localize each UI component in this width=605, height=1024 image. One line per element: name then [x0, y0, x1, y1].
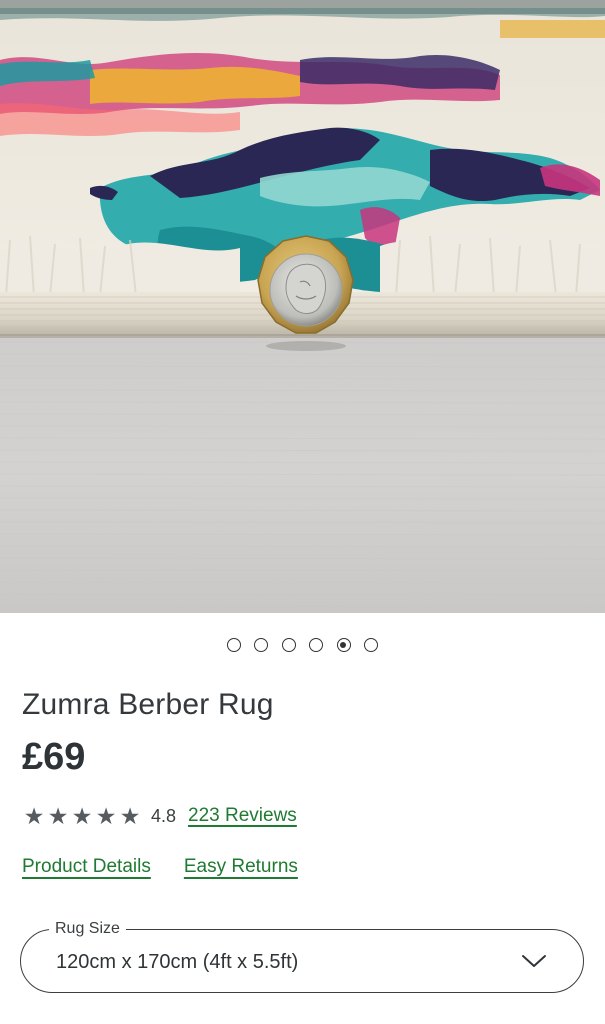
- rug-size-label: Rug Size: [49, 919, 126, 939]
- info-links: Product Details Easy Returns: [22, 856, 298, 878]
- easy-returns-link[interactable]: Easy Returns: [184, 856, 298, 878]
- carousel-dot[interactable]: [336, 638, 351, 652]
- star-icon: ★: [95, 803, 117, 829]
- star-icon: ★: [47, 803, 69, 829]
- chevron-down-icon: [522, 955, 546, 967]
- carousel-dots: [0, 635, 605, 655]
- rating-row: ★ ★ ★ ★ ★ 4.8 223 Reviews: [22, 802, 297, 830]
- carousel-dot[interactable]: [281, 638, 296, 652]
- product-details-link[interactable]: Product Details: [22, 856, 151, 878]
- rug-photo: [0, 0, 605, 613]
- carousel-dot[interactable]: [254, 638, 269, 652]
- reviews-link[interactable]: 223 Reviews: [188, 805, 297, 827]
- star-rating: ★ ★ ★ ★ ★: [22, 803, 142, 829]
- star-icon: ★: [119, 803, 141, 829]
- rug-size-select[interactable]: Rug Size 120cm x 170cm (4ft x 5.5ft): [20, 919, 584, 993]
- star-icon: ★: [23, 803, 45, 829]
- product-price: £69: [22, 736, 86, 778]
- carousel-dot[interactable]: [309, 638, 324, 652]
- product-title: Zumra Berber Rug: [22, 688, 274, 721]
- rug-size-value: 120cm x 170cm (4ft x 5.5ft): [56, 951, 299, 973]
- carousel-dot[interactable]: [363, 638, 378, 652]
- carousel-dot[interactable]: [227, 638, 242, 652]
- star-icon: ★: [71, 803, 93, 829]
- product-page: Zumra Berber Rug £69 ★ ★ ★ ★ ★ 4.8 223 R…: [0, 0, 605, 1024]
- product-image[interactable]: [0, 0, 605, 613]
- rating-value: 4.8: [151, 805, 177, 826]
